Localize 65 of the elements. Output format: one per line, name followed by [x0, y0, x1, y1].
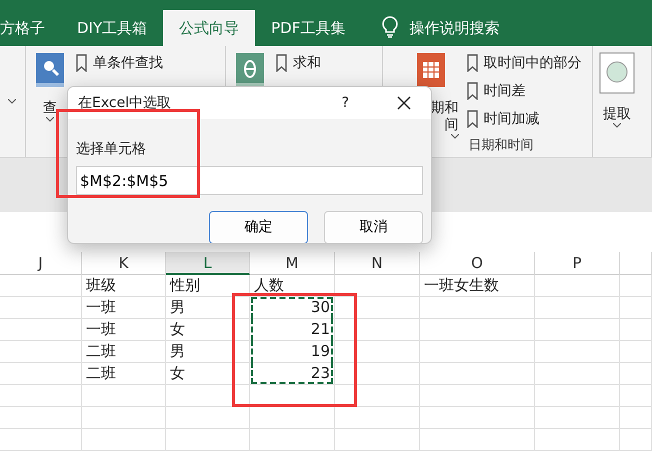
table-cell: 人数 [250, 275, 335, 297]
ribbon-tab[interactable]: 方格子 [0, 10, 61, 46]
ribbon-button-label[interactable]: 提取 [603, 106, 632, 123]
empty-cell [620, 341, 652, 363]
group-label: 日期和时间 [468, 136, 534, 154]
dialog-title: 在Excel中选取 [78, 94, 172, 112]
ribbon-tab[interactable]: DIY工具箱 [61, 10, 164, 46]
bookmark-icon [276, 54, 288, 72]
table-cell: 性别 [166, 275, 250, 297]
bookmark-icon [76, 54, 87, 72]
table-cell: 男 [166, 341, 250, 363]
bookmark-icon [466, 82, 478, 100]
empty-cell [620, 297, 652, 319]
ribbon-button-label[interactable]: 间 [444, 117, 459, 134]
empty-cell [620, 319, 652, 341]
empty-cell [620, 407, 652, 429]
ribbon-item[interactable]: 取时间中的部分 [466, 52, 582, 74]
column-header[interactable]: M [250, 252, 335, 275]
ribbon-item[interactable]: 求和 [276, 52, 322, 74]
column-header[interactable]: O [420, 252, 535, 275]
column-header[interactable]: P [535, 252, 620, 275]
table-cell: 二班 [82, 341, 166, 363]
column-header[interactable]: K [82, 252, 166, 275]
bookmark-icon [466, 110, 478, 128]
table-cell: 女 [166, 363, 250, 385]
search-tab[interactable]: 操作说明搜索 [409, 10, 516, 46]
search-book-icon [34, 52, 65, 88]
column-header[interactable]: N [335, 252, 420, 275]
table-cell: 一班女生数 [420, 275, 535, 297]
ribbon-button-label[interactable]: 查 [42, 100, 57, 117]
table-cell: 一班 [82, 319, 166, 341]
bookmark-icon [466, 54, 478, 72]
caret-icon [46, 117, 54, 122]
column-header[interactable]: L [166, 252, 250, 275]
empty-cell [620, 429, 652, 451]
table-cell: 19 [250, 341, 335, 363]
table-cell: 班级 [82, 275, 166, 297]
cancel-button[interactable]: 取消 [324, 211, 423, 243]
table-cell: 23 [250, 363, 335, 385]
close-icon[interactable] [397, 96, 411, 110]
empty-cell [620, 385, 652, 407]
ribbon-item[interactable]: 时间加减 [466, 108, 582, 130]
caret-icon [450, 134, 459, 139]
empty-cell [620, 275, 652, 297]
empty-cell [620, 363, 652, 385]
table-cell: 男 [166, 297, 250, 319]
column-header[interactable]: J [0, 252, 82, 275]
field-label: 选择单元格 [76, 140, 147, 159]
help-button[interactable]: ? [342, 92, 349, 114]
input-field[interactable]: $M$2:$M$5 [76, 166, 423, 195]
table-cell: 二班 [82, 363, 166, 385]
ribbon-tab[interactable]: PDF工具集 [255, 10, 362, 46]
ribbon-item[interactable]: 时间差 [466, 80, 582, 102]
button-icon [599, 52, 636, 94]
table-cell: 女 [166, 319, 250, 341]
caret-icon [613, 123, 622, 128]
table-cell: 21 [250, 319, 335, 341]
ok-button[interactable]: 确定 [209, 211, 308, 243]
ribbon-item[interactable]: 单条件查找 [76, 52, 163, 74]
lightbulb-icon [381, 16, 400, 38]
ribbon-tab[interactable]: 公式向导 [163, 10, 256, 46]
table-cell: 30 [250, 297, 335, 319]
ribbon-button-label[interactable]: 期和 [430, 100, 459, 117]
caret-icon [8, 99, 16, 104]
table-cell: 一班 [82, 297, 166, 319]
